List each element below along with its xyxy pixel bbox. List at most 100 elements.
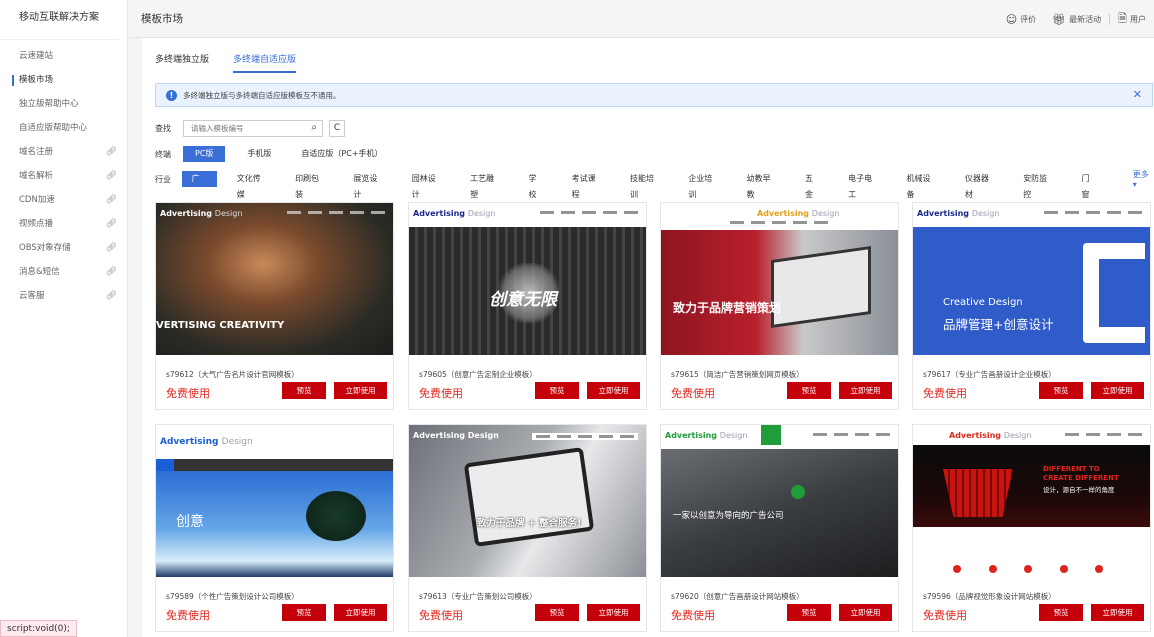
use-now-button[interactable]: 立即使用 xyxy=(839,382,892,399)
brand-text: Design xyxy=(719,431,748,440)
preview-button[interactable]: 预览 xyxy=(282,382,326,399)
terminal-option-pc[interactable]: PC版 xyxy=(183,146,226,162)
brand-text: Design xyxy=(1003,431,1032,440)
sidebar-item-cdn[interactable]: CDN加速 🔗︎ xyxy=(0,188,127,212)
template-card[interactable]: Advertising Design 创意无限 s79605（创意广告定制企业模… xyxy=(408,202,647,410)
more-button[interactable]: 更多 ▾ xyxy=(1133,169,1154,189)
terminal-option-adaptive[interactable]: 自适应版（PC+手机） xyxy=(293,146,390,162)
sidebar-item-standalone-help[interactable]: 独立版帮助中心 xyxy=(0,92,127,116)
template-thumbnail[interactable]: Advertising Design DIFFERENT TO CREATE D… xyxy=(913,425,1150,577)
use-now-button[interactable]: 立即使用 xyxy=(334,604,387,621)
caret-down-icon: ▾ xyxy=(1132,180,1137,189)
industry-option[interactable]: 门窗 xyxy=(1074,171,1105,199)
industry-option[interactable]: 展览设计 xyxy=(345,171,391,199)
use-now-button[interactable]: 立即使用 xyxy=(1091,382,1144,399)
free-label: 免费使用 xyxy=(671,609,715,622)
industry-option[interactable]: 广告 xyxy=(181,171,217,199)
template-card[interactable]: Advertising Design Creative Design 品牌管理+… xyxy=(912,202,1151,410)
industry-option[interactable]: 考试课程 xyxy=(564,171,610,199)
industry-option[interactable]: 幼教早教 xyxy=(739,171,785,199)
template-thumbnail[interactable]: Advertising Design Creative Design 品牌管理+… xyxy=(913,203,1150,355)
use-now-button[interactable]: 立即使用 xyxy=(839,604,892,621)
preview-button[interactable]: 预览 xyxy=(1039,382,1083,399)
template-thumbnail[interactable]: Advertising Design VERTISING CREATIVITY xyxy=(156,203,393,355)
industry-option[interactable]: 仪器器材 xyxy=(957,171,1003,199)
template-thumbnail[interactable]: Advertising Design 致力于品牌 + 整合服务! xyxy=(409,425,646,577)
industry-option[interactable]: 文化传媒 xyxy=(229,171,275,199)
page-title: 模板市场 xyxy=(141,13,183,25)
industry-option[interactable]: 园林设计 xyxy=(404,171,450,199)
template-card[interactable]: Advertising Design 创意 s79589（个性广告策划设计公司模… xyxy=(155,424,394,632)
template-thumbnail[interactable]: Advertising Design 创意无限 xyxy=(409,203,646,355)
thumb-nav xyxy=(1044,211,1142,214)
free-label: 免费使用 xyxy=(166,387,210,400)
sidebar-item-sms[interactable]: 消息&短信 🔗︎ xyxy=(0,260,127,284)
tab-standalone[interactable]: 多终端独立版 xyxy=(155,52,209,73)
brand-text: Design xyxy=(214,209,243,218)
gift-icon: 🎁︎ xyxy=(1052,13,1067,26)
template-thumbnail[interactable]: Advertising Design 一家以创意为导向的广告公司 xyxy=(661,425,898,577)
use-now-button[interactable]: 立即使用 xyxy=(334,382,387,399)
template-card[interactable]: Advertising Design 致力于品牌 + 整合服务! s79613（… xyxy=(408,424,647,632)
industry-option[interactable]: 印刷包装 xyxy=(287,171,333,199)
industry-option[interactable]: 技能培训 xyxy=(622,171,668,199)
thumb-tree xyxy=(306,491,366,541)
industry-filter: 行业 广告 文化传媒 印刷包装 展览设计 园林设计 工艺雕塑 学校 考试课程 技… xyxy=(155,169,1154,199)
sidebar-item-adaptive-help[interactable]: 自适应版帮助中心 xyxy=(0,116,127,140)
terminal-option-mobile[interactable]: 手机版 xyxy=(239,146,279,162)
activity-link[interactable]: 🎁︎ 最新活动 xyxy=(1044,13,1109,26)
thumb-hero: 致力于品牌营销策划 xyxy=(673,301,782,315)
template-card[interactable]: Advertising Design VERTISING CREATIVITY … xyxy=(155,202,394,410)
use-now-button[interactable]: 立即使用 xyxy=(587,604,640,621)
document-icon: 🗎︎ xyxy=(1118,12,1127,25)
sidebar-item-dns[interactable]: 域名解析 🔗︎ xyxy=(0,164,127,188)
industry-option[interactable]: 五金 xyxy=(797,171,828,199)
template-card[interactable]: Advertising Design 一家以创意为导向的广告公司 s79620（… xyxy=(660,424,899,632)
link-icon: 🔗︎ xyxy=(105,243,117,253)
preview-button[interactable]: 预览 xyxy=(535,604,579,621)
thumb-brand: Advertising Design xyxy=(413,209,495,218)
link-icon: 🔗︎ xyxy=(105,147,117,157)
activity-label: 最新活动 xyxy=(1069,15,1102,24)
preview-button[interactable]: 预览 xyxy=(282,604,326,621)
industry-option[interactable]: 电子电工 xyxy=(840,171,886,199)
template-name: s79612（大气广告名片设计官网模板） xyxy=(166,370,299,379)
close-icon[interactable]: ✕ xyxy=(1133,88,1142,101)
search-icon[interactable]: ⌕ xyxy=(311,122,317,133)
thumb-nav xyxy=(730,221,828,224)
sidebar-item-obs[interactable]: OBS对象存储 🔗︎ xyxy=(0,236,127,260)
sidebar-item-domain-register[interactable]: 域名注册 🔗︎ xyxy=(0,140,127,164)
use-now-button[interactable]: 立即使用 xyxy=(1091,604,1144,621)
link-icon: 🔗︎ xyxy=(105,267,117,277)
user-link[interactable]: 🗎︎ 用户 xyxy=(1110,10,1154,29)
template-name: s79620（创意广告画册设计网站模板） xyxy=(671,592,804,601)
review-label: 评价 xyxy=(1020,15,1037,24)
template-thumbnail[interactable]: Advertising Design 致力于品牌营销策划 xyxy=(661,203,898,355)
sidebar-item-vod[interactable]: 视频点播 🔗︎ xyxy=(0,212,127,236)
review-link[interactable]: ☺ 评价 xyxy=(998,13,1044,26)
sidebar-item-template-market[interactable]: 模板市场 xyxy=(0,68,127,92)
thumb-hero-sub: 设计，源自不一样的角度 xyxy=(1043,486,1115,494)
sidebar-item-customer-service[interactable]: 云客服 🔗︎ xyxy=(0,284,127,308)
preview-button[interactable]: 预览 xyxy=(1039,604,1083,621)
preview-button[interactable]: 预览 xyxy=(787,382,831,399)
industry-option[interactable]: 企业培训 xyxy=(680,171,726,199)
industry-option[interactable]: 工艺雕塑 xyxy=(462,171,508,199)
refresh-button[interactable]: C xyxy=(329,120,345,137)
preview-button[interactable]: 预览 xyxy=(535,382,579,399)
thumb-brand: Advertising Design xyxy=(665,431,747,440)
industry-option[interactable]: 机械设备 xyxy=(899,171,945,199)
use-now-button[interactable]: 立即使用 xyxy=(587,382,640,399)
template-card[interactable]: Advertising Design DIFFERENT TO CREATE D… xyxy=(912,424,1151,632)
thumb-hero: 致力于品牌 + 整合服务! xyxy=(477,518,582,529)
search-input[interactable] xyxy=(191,124,301,133)
template-card[interactable]: Advertising Design 致力于品牌营销策划 s79615（简洁广告… xyxy=(660,202,899,410)
industry-option[interactable]: 安防监控 xyxy=(1015,171,1061,199)
thumb-brand: Advertising Design xyxy=(160,437,253,447)
sidebar-item-site-builder[interactable]: 云速建站 xyxy=(0,44,127,68)
terminal-label: 终端 xyxy=(155,149,171,159)
tab-adaptive[interactable]: 多终端自适应版 xyxy=(233,52,297,73)
preview-button[interactable]: 预览 xyxy=(787,604,831,621)
industry-option[interactable]: 学校 xyxy=(520,171,551,199)
template-thumbnail[interactable]: Advertising Design 创意 xyxy=(156,425,393,577)
